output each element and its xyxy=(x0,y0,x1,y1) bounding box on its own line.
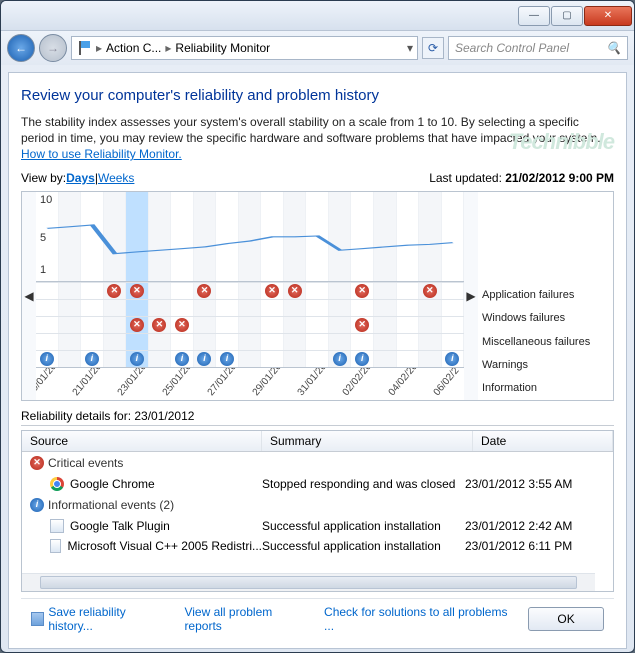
info-icon: i xyxy=(197,352,211,366)
back-button[interactable]: ← xyxy=(7,34,35,62)
error-icon: ✕ xyxy=(355,318,369,332)
legend-warnings: Warnings xyxy=(478,353,613,376)
col-date[interactable]: Date xyxy=(473,431,613,451)
search-input[interactable]: Search Control Panel 🔍 xyxy=(448,36,628,60)
table-header: Source Summary Date xyxy=(22,431,613,452)
check-solutions-link[interactable]: Check for solutions to all problems ... xyxy=(324,605,510,633)
error-icon: ✕ xyxy=(107,284,121,298)
trend-area[interactable]: 10 5 1 xyxy=(36,192,464,282)
error-icon: ✕ xyxy=(288,284,302,298)
info-icon: i xyxy=(40,352,54,366)
chart-next-button[interactable]: ▶ xyxy=(464,192,478,400)
error-icon: ✕ xyxy=(30,456,44,470)
close-button[interactable]: ✕ xyxy=(584,6,632,26)
refresh-button[interactable]: ⟳ xyxy=(422,37,444,59)
chevron-right-icon: ▸ xyxy=(94,41,104,55)
details-header: Reliability details for: 23/01/2012 xyxy=(21,409,614,426)
col-source[interactable]: Source xyxy=(22,431,262,451)
info-icon: i xyxy=(355,352,369,366)
flag-icon xyxy=(76,40,92,56)
chevron-right-icon: ▸ xyxy=(163,41,173,55)
dropdown-icon[interactable]: ▾ xyxy=(407,41,413,55)
footer: Save reliability history... View all pro… xyxy=(21,598,614,638)
search-icon: 🔍 xyxy=(606,41,621,55)
error-icon: ✕ xyxy=(130,284,144,298)
date-axis: 19/01/201221/01/201223/01/201225/01/2012… xyxy=(36,368,464,400)
table-body: ✕ Critical events Google Chrome Stopped … xyxy=(22,452,613,573)
group-info[interactable]: i Informational events (2) xyxy=(22,494,613,516)
error-icon: ✕ xyxy=(423,284,437,298)
view-row: View by: Days | Weeks Last updated: 21/0… xyxy=(21,171,614,185)
minimize-button[interactable]: — xyxy=(518,6,550,26)
page-title: Review your computer's reliability and p… xyxy=(21,87,614,104)
horizontal-scrollbar[interactable] xyxy=(22,573,595,591)
error-icon: ✕ xyxy=(175,318,189,332)
group-critical[interactable]: ✕ Critical events xyxy=(22,452,613,474)
view-weeks-link[interactable]: Weeks xyxy=(98,171,134,185)
error-icon: ✕ xyxy=(355,284,369,298)
view-days-link[interactable]: Days xyxy=(66,171,95,185)
legend-misc-failures: Miscellaneous failures xyxy=(478,330,613,353)
ok-button[interactable]: OK xyxy=(528,607,604,631)
legend-information: Information xyxy=(478,376,613,399)
help-link[interactable]: How to use Reliability Monitor. xyxy=(21,147,182,161)
info-icon: i xyxy=(220,352,234,366)
search-placeholder: Search Control Panel xyxy=(455,41,569,55)
last-updated-label: Last updated: xyxy=(429,171,505,185)
details-table: Source Summary Date ✕ Critical events Go… xyxy=(21,430,614,592)
info-icon: i xyxy=(30,498,44,512)
ytick: 5 xyxy=(40,232,46,244)
breadcrumb-item[interactable]: Reliability Monitor xyxy=(175,41,270,55)
info-icon: i xyxy=(85,352,99,366)
ytick: 10 xyxy=(40,194,52,206)
info-icon: i xyxy=(175,352,189,366)
save-icon xyxy=(31,612,44,626)
error-icon: ✕ xyxy=(130,318,144,332)
table-row[interactable]: Google Talk Plugin Successful applicatio… xyxy=(22,516,613,536)
event-grid[interactable]: ✕✕✕✕✕✕✕✕✕✕✕iiiiiiiii xyxy=(36,282,464,368)
last-updated-value: 21/02/2012 9:00 PM xyxy=(505,171,614,185)
col-summary[interactable]: Summary xyxy=(262,431,473,451)
error-icon: ✕ xyxy=(197,284,211,298)
info-icon: i xyxy=(130,352,144,366)
error-icon: ✕ xyxy=(152,318,166,332)
table-row[interactable]: Microsoft Visual C++ 2005 Redistri... Su… xyxy=(22,536,613,556)
titlebar: — ▢ ✕ xyxy=(1,1,634,31)
legend-app-failures: Application failures xyxy=(478,284,613,307)
content-pane: Technibble Review your computer's reliab… xyxy=(8,72,627,649)
save-history-link[interactable]: Save reliability history... xyxy=(31,605,166,633)
reliability-monitor-window: — ▢ ✕ ← → ▸ Action C... ▸ Reliability Mo… xyxy=(0,0,635,653)
chrome-icon xyxy=(50,477,64,491)
app-icon xyxy=(50,539,61,553)
app-icon xyxy=(50,519,64,533)
legend-windows-failures: Windows failures xyxy=(478,307,613,330)
maximize-button[interactable]: ▢ xyxy=(551,6,583,26)
forward-button[interactable]: → xyxy=(39,34,67,62)
info-icon: i xyxy=(445,352,459,366)
breadcrumb[interactable]: ▸ Action C... ▸ Reliability Monitor ▾ xyxy=(71,36,418,60)
table-row[interactable]: Google Chrome Stopped responding and was… xyxy=(22,474,613,494)
info-icon: i xyxy=(333,352,347,366)
ytick: 1 xyxy=(40,264,46,276)
navbar: ← → ▸ Action C... ▸ Reliability Monitor … xyxy=(1,31,634,65)
chart-legend: Application failures Windows failures Mi… xyxy=(478,192,613,400)
chart-prev-button[interactable]: ◀ xyxy=(22,192,36,400)
page-description: The stability index assesses your system… xyxy=(21,114,614,163)
error-icon: ✕ xyxy=(265,284,279,298)
breadcrumb-item[interactable]: Action C... xyxy=(106,41,161,55)
view-reports-link[interactable]: View all problem reports xyxy=(184,605,306,633)
viewby-label: View by: xyxy=(21,171,66,185)
reliability-chart: ◀ 10 5 1 ✕✕✕✕✕✕✕✕✕✕✕iiiiiiiii 19/01/2012… xyxy=(21,191,614,401)
